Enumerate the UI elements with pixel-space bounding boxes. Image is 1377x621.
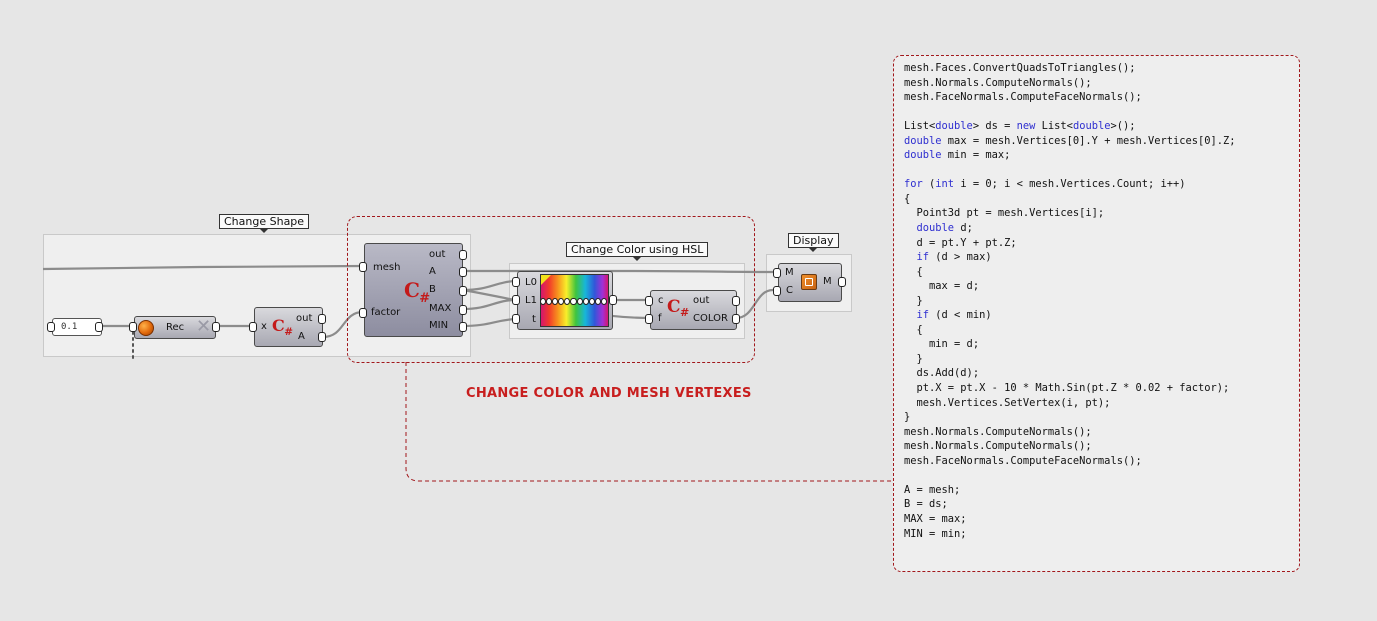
script-color-input-c: c xyxy=(658,295,664,306)
record-label: Rec xyxy=(166,322,185,333)
gradient-input-L1: L1 xyxy=(525,295,537,306)
display-input-M: M xyxy=(785,267,794,278)
clear-x-icon[interactable]: ✕ xyxy=(196,318,211,336)
script-color-f-port[interactable] xyxy=(645,314,653,324)
script-small-in-x-port[interactable] xyxy=(249,322,257,332)
panel-input-port[interactable] xyxy=(47,322,55,332)
record-component[interactable]: Rec ✕ xyxy=(134,316,216,339)
script-color-output-COLOR: COLOR xyxy=(693,313,728,324)
script-main-B-port[interactable] xyxy=(459,286,467,296)
code-line: ds.Add(d); xyxy=(904,367,980,380)
code-line: mesh.FaceNormals.ComputeFaceNormals(); xyxy=(904,91,1142,104)
code-line: MAX = max; xyxy=(904,512,967,525)
script-main-input-factor: factor xyxy=(371,307,401,318)
code-line: double min = max; xyxy=(904,149,1011,162)
code-line: Point3d pt = mesh.Vertices[i]; xyxy=(904,207,1105,220)
annotation-title: CHANGE COLOR AND MESH VERTEXES xyxy=(466,386,752,401)
script-main-output-MIN: MIN xyxy=(429,320,449,331)
gradient-start-marker xyxy=(541,275,551,285)
gradient-t-port[interactable] xyxy=(512,314,520,324)
gradient-out-port[interactable] xyxy=(609,295,617,305)
mesh-preview-icon xyxy=(801,274,817,290)
csharp-script-icon: C# xyxy=(272,316,293,338)
code-line: { xyxy=(904,265,923,278)
csharp-script-main[interactable]: mesh factor C# out A B MAX MIN xyxy=(364,243,463,337)
script-main-out-port[interactable] xyxy=(459,250,467,260)
gradient-component[interactable]: L0 L1 t xyxy=(517,271,613,330)
script-small-output-A: A xyxy=(298,331,305,342)
script-main-output-A: A xyxy=(429,266,436,277)
annotation-connector xyxy=(405,362,893,482)
display-output-M: M xyxy=(823,276,832,287)
code-line: min = d; xyxy=(904,338,980,351)
code-line: mesh.FaceNormals.ComputeFaceNormals(); xyxy=(904,454,1142,467)
script-small-output-out: out xyxy=(296,313,313,324)
script-color-output-out: out xyxy=(693,295,710,306)
wire-mesh-in xyxy=(42,264,364,271)
gradient-grips[interactable] xyxy=(540,297,608,305)
script-color-input-f: f xyxy=(658,313,662,324)
panel-output-port[interactable] xyxy=(95,322,103,332)
record-input-port[interactable] xyxy=(129,322,137,332)
script-main-output-B: B xyxy=(429,284,436,295)
code-line: double max = mesh.Vertices[0].Y + mesh.V… xyxy=(904,134,1236,147)
code-line: for (int i = 0; i < mesh.Vertices.Count;… xyxy=(904,178,1186,191)
csharp-script-color[interactable]: c f C# out COLOR xyxy=(650,290,737,330)
script-main-MIN-port[interactable] xyxy=(459,322,467,332)
script-small-A-port[interactable] xyxy=(318,332,326,342)
code-line: mesh.Faces.ConvertQuadsToTriangles(); xyxy=(904,62,1136,74)
display-out-port[interactable] xyxy=(838,277,846,287)
script-color-c-port[interactable] xyxy=(645,296,653,306)
script-main-factor-port[interactable] xyxy=(359,308,367,318)
code-line: d = pt.Y + pt.Z; xyxy=(904,236,1017,249)
display-input-C: C xyxy=(786,285,793,296)
script-small-input-x: x xyxy=(261,321,267,332)
code-panel: mesh.Faces.ConvertQuadsToTriangles(); mes… xyxy=(893,55,1300,572)
code-line: { xyxy=(904,192,911,205)
code-line: MIN = min; xyxy=(904,527,967,540)
script-main-output-out: out xyxy=(429,249,446,260)
script-small-out-port[interactable] xyxy=(318,314,326,324)
script-color-COLOR-port[interactable] xyxy=(732,314,740,324)
code-line: if (d > max) xyxy=(916,251,992,264)
csharp-script-small[interactable]: x C# out A xyxy=(254,307,323,347)
code-line: mesh.Vertices.SetVertex(i, pt); xyxy=(904,396,1111,409)
display-M-port[interactable] xyxy=(773,268,781,278)
script-main-output-MAX: MAX xyxy=(429,303,452,314)
code-line: B = ds; xyxy=(904,498,948,511)
record-output-port[interactable] xyxy=(212,322,220,332)
gradient-L1-port[interactable] xyxy=(512,295,520,305)
script-color-out-port[interactable] xyxy=(732,296,740,306)
csharp-script-icon: C# xyxy=(404,278,431,306)
code-lines: mesh.Faces.ConvertQuadsToTriangles(); mes… xyxy=(904,61,1236,541)
csharp-script-icon: C# xyxy=(667,297,690,319)
display-C-port[interactable] xyxy=(773,286,781,296)
script-main-A-port[interactable] xyxy=(459,267,467,277)
script-main-mesh-port[interactable] xyxy=(359,262,367,272)
code-line: A = mesh; xyxy=(904,483,961,496)
code-line: mesh.Normals.ComputeNormals(); xyxy=(904,76,1092,89)
gradient-input-t: t xyxy=(532,314,536,325)
mesh-preview-component[interactable]: M C M xyxy=(778,263,842,302)
code-line: } xyxy=(904,352,923,365)
code-line: double d; xyxy=(916,222,973,235)
code-line: List<double> ds = new List<double>(); xyxy=(904,120,1136,133)
code-line: { xyxy=(904,323,923,336)
code-line: } xyxy=(904,411,911,424)
code-line: pt.X = pt.X - 10 * Math.Sin(pt.Z * 0.02 … xyxy=(904,382,1230,395)
record-icon xyxy=(138,320,154,336)
gradient-L0-port[interactable] xyxy=(512,277,520,287)
code-line: mesh.Normals.ComputeNormals(); xyxy=(904,425,1092,438)
code-line: max = d; xyxy=(904,280,980,293)
gradient-input-L0: L0 xyxy=(525,277,537,288)
script-main-MAX-port[interactable] xyxy=(459,305,467,315)
script-main-input-mesh: mesh xyxy=(373,262,401,273)
code-line: mesh.Normals.ComputeNormals(); xyxy=(904,440,1092,453)
code-line: if (d < min) xyxy=(916,309,992,322)
code-line: } xyxy=(904,294,923,307)
